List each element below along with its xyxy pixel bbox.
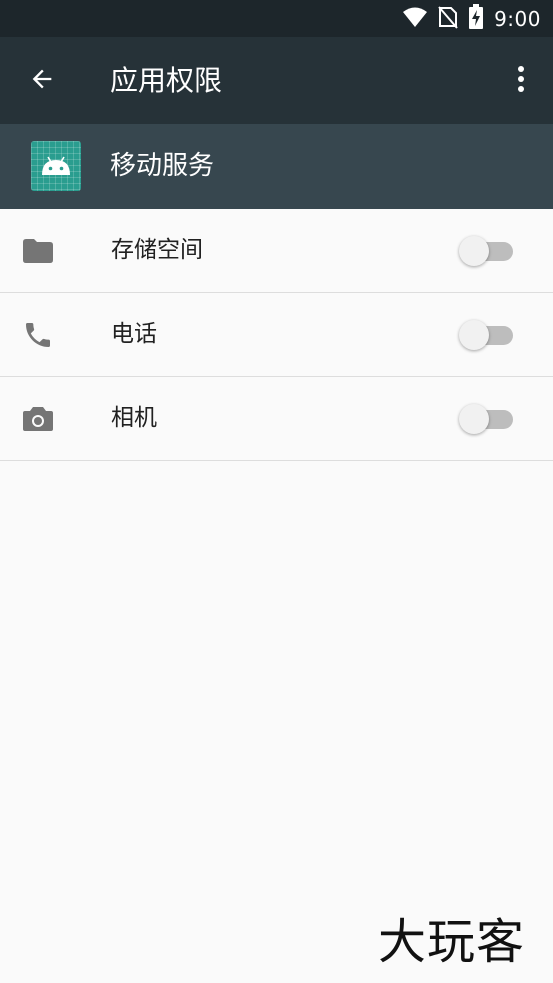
folder-icon <box>21 234 55 268</box>
permission-label: 存储空间 <box>111 237 203 263</box>
permission-list: 存储空间 电话 相机 <box>0 209 553 461</box>
phone-toggle[interactable] <box>459 320 515 350</box>
page-title: 应用权限 <box>110 64 223 97</box>
app-header: 移动服务 <box>0 124 553 209</box>
permission-row-phone[interactable]: 电话 <box>0 293 553 377</box>
back-button[interactable] <box>16 57 68 105</box>
status-icons: 9:00 <box>402 0 541 37</box>
permission-label: 电话 <box>111 321 157 347</box>
more-options-button[interactable] <box>501 57 541 105</box>
more-vert-icon <box>516 65 526 97</box>
status-time: 9:00 <box>494 6 541 31</box>
permission-label: 相机 <box>111 405 157 431</box>
watermark-logo: 大玩客 <box>378 914 526 970</box>
battery-charging-icon <box>468 3 484 34</box>
app-bar: 应用权限 <box>0 37 553 124</box>
camera-icon <box>21 402 55 436</box>
switch-thumb <box>459 320 489 350</box>
no-sim-icon <box>438 5 458 33</box>
switch-thumb <box>459 236 489 266</box>
camera-toggle[interactable] <box>459 404 515 434</box>
permission-row-storage[interactable]: 存储空间 <box>0 209 553 293</box>
android-app-icon <box>31 141 81 191</box>
phone-icon <box>21 318 55 352</box>
app-name: 移动服务 <box>110 151 215 181</box>
permission-row-camera[interactable]: 相机 <box>0 377 553 461</box>
storage-toggle[interactable] <box>459 236 515 266</box>
status-bar: 9:00 <box>0 0 553 37</box>
arrow-back-icon <box>28 65 56 97</box>
wifi-icon <box>402 6 428 32</box>
switch-thumb <box>459 404 489 434</box>
